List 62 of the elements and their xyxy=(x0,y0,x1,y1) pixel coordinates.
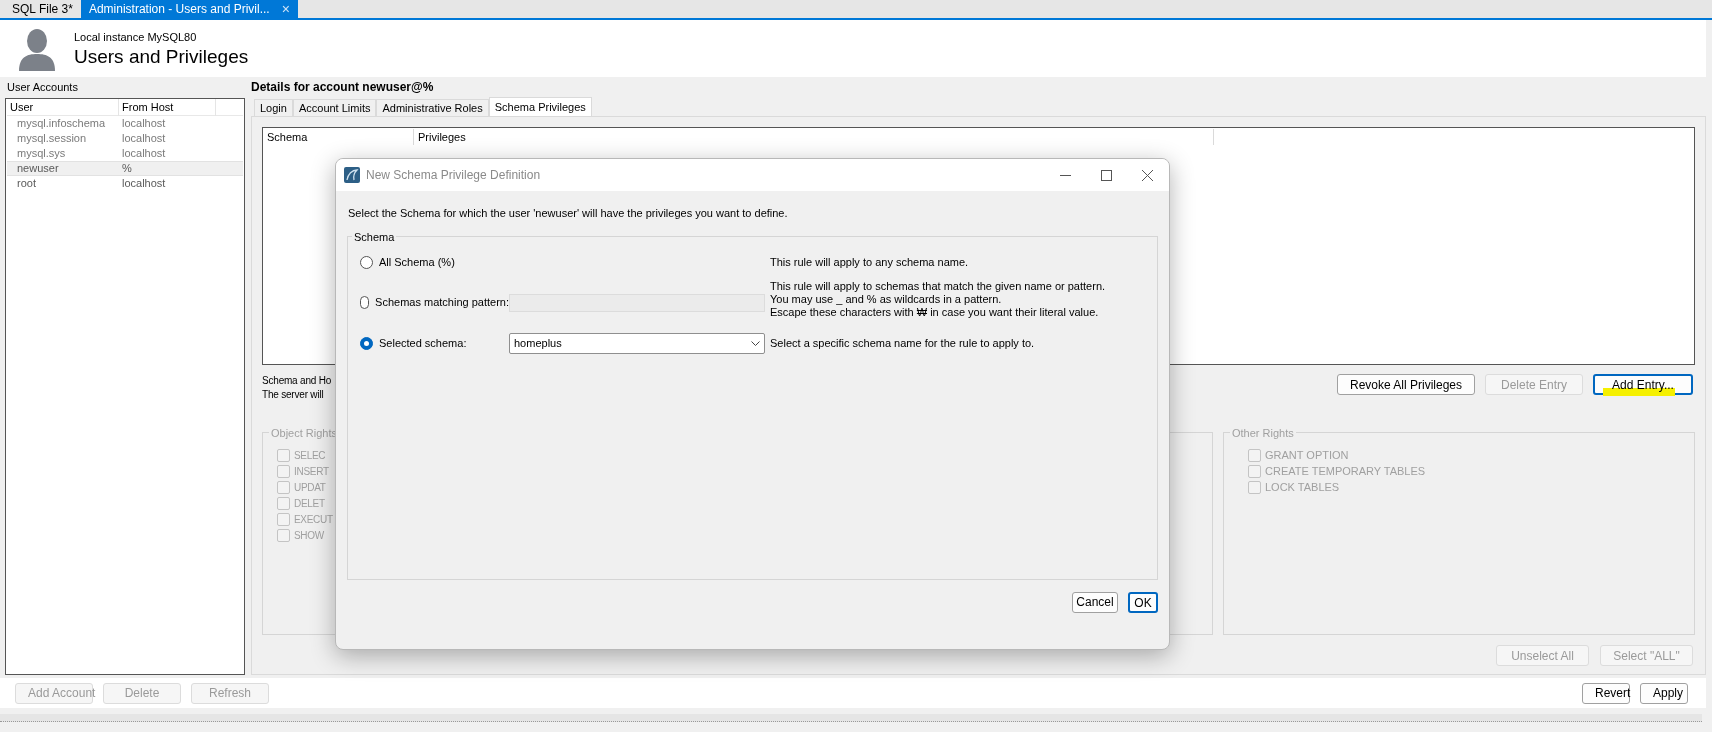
checkbox-label: DELET xyxy=(294,496,325,511)
account-row[interactable]: newuser % xyxy=(7,161,243,176)
help-text: Select a specific schema name for the rule to apply to. xyxy=(770,337,1035,350)
help-text: This rule will apply to any schema name. xyxy=(770,256,969,269)
help-text: This rule will apply to schemas that match the given name or pattern. xyxy=(770,279,1106,293)
document-tab[interactable]: SQL File 3* xyxy=(4,0,81,18)
note-text: Schema and Ho xyxy=(262,374,332,388)
help-text: You may use _ and % as wildcards in a pattern. xyxy=(770,292,1003,306)
maximize-icon[interactable] xyxy=(1101,169,1112,181)
checkbox[interactable] xyxy=(277,480,290,494)
checkbox[interactable] xyxy=(1248,480,1261,494)
section-label: User Accounts xyxy=(6,80,79,95)
dolphin-icon xyxy=(344,167,360,183)
instance-label: Local instance MySQL80 xyxy=(74,30,198,46)
push-button[interactable]: Revert xyxy=(1582,682,1630,704)
checkbox-label: LOCK TABLES xyxy=(1265,479,1340,495)
push-button[interactable]: Cancel xyxy=(1072,591,1118,613)
user-icon xyxy=(17,26,57,71)
help-text: Escape these characters with ₩ in case you want their literal value. xyxy=(770,305,1100,319)
push-button[interactable]: OK xyxy=(1128,591,1158,613)
page-title: Users and Privileges xyxy=(74,45,249,68)
radio-label: Schemas matching pattern: xyxy=(375,295,509,311)
checkbox[interactable] xyxy=(277,512,290,526)
panel-splitter[interactable] xyxy=(0,714,1702,722)
dialog-title: New Schema Privilege Definition xyxy=(366,167,541,184)
tab[interactable]: Account Limits xyxy=(292,99,377,116)
tab[interactable]: Administrative Roles xyxy=(376,99,489,116)
checkbox-label: EXECUT xyxy=(294,512,333,527)
checkbox-label: SHOW xyxy=(294,528,324,543)
checkbox[interactable] xyxy=(277,464,290,478)
checkbox-label: UPDAT xyxy=(294,480,326,495)
checkbox[interactable] xyxy=(277,448,290,462)
close-icon[interactable] xyxy=(1142,169,1153,181)
checkbox[interactable] xyxy=(1248,464,1261,478)
radio-button[interactable] xyxy=(360,256,373,269)
document-tab[interactable]: Administration - Users and Privil... × xyxy=(80,0,298,18)
checkbox[interactable] xyxy=(1248,448,1261,462)
checkbox-label: SELEC xyxy=(294,448,326,463)
push-button[interactable]: Revoke All Privileges xyxy=(1337,374,1475,395)
checkbox-label: GRANT OPTION xyxy=(1265,447,1349,463)
schema-dropdown[interactable]: homeplus xyxy=(509,333,765,354)
note-text: The server will xyxy=(262,388,325,402)
column-header[interactable]: User xyxy=(7,99,119,116)
checkbox-label: INSERT xyxy=(294,464,329,479)
checkbox[interactable] xyxy=(277,496,290,510)
details-title: Details for account newuser@% xyxy=(251,79,435,96)
radio-label: Selected schema: xyxy=(379,336,467,352)
close-icon[interactable]: × xyxy=(281,2,290,16)
checkbox-label: CREATE TEMPORARY TABLES xyxy=(1265,463,1426,479)
radio-label: All Schema (%) xyxy=(379,255,455,271)
column-header[interactable]: From Host xyxy=(119,99,216,116)
tab[interactable]: Schema Privileges xyxy=(488,97,592,116)
push-button[interactable]: Apply xyxy=(1640,682,1688,704)
radio-button[interactable] xyxy=(360,337,373,350)
column-header[interactable]: Privileges xyxy=(414,128,1214,146)
account-row[interactable]: root localhost xyxy=(7,176,243,191)
chevron-down-icon xyxy=(751,341,760,346)
column-header[interactable]: Schema xyxy=(263,128,414,146)
checkbox[interactable] xyxy=(277,528,290,542)
dialog-intro: Select the Schema for which the user 'newuser' will have the privileges you want to define. xyxy=(348,206,789,221)
radio-button[interactable] xyxy=(360,296,370,309)
tab[interactable]: Login xyxy=(254,99,293,116)
